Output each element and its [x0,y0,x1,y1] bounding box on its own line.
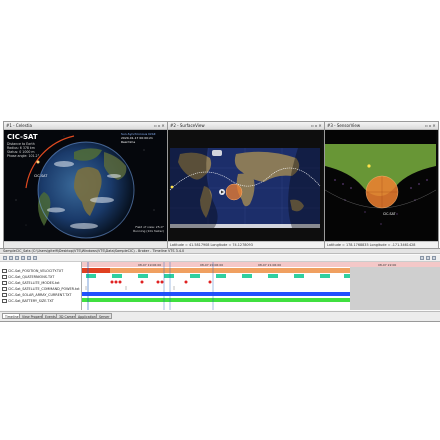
timeline-toolbar [0,255,440,262]
stop-button[interactable] [15,256,19,260]
timeline-titlebar: SampleCIC_Sats (C:\Users\gitelfi\Desktop… [0,249,440,254]
speed-button[interactable] [33,256,37,260]
surface-viewport[interactable] [168,130,324,242]
timeline-row-label[interactable]: CIC-Sat_BATTERY_SIZE.TXT [2,298,54,304]
checkbox-icon[interactable] [2,274,7,280]
timeline-panel[interactable]: SampleCIC_Sats (C:\Users\gitelfi\Desktop… [0,248,440,322]
date-label: 08-07 22:00 [378,263,396,267]
solar-array-track [82,292,350,296]
info-line: Running (10x faster) [133,228,164,233]
bottom-right-info: Field of view: 25.0° Running (10x faster… [128,225,164,234]
date-label: 08-07 19:06:00 [138,263,161,267]
quaternion-track [86,274,350,278]
window-controls-icon[interactable]: ▫▫✕ [311,123,323,128]
sensor-satellite-label: CIC-SAT [383,212,396,216]
satellite-info-block: Distance to Earth Radius: 6 378 km Statu… [7,142,39,158]
window-controls-icon[interactable]: ▫▫✕ [425,123,437,128]
date-label: 08-07 21:06:00 [258,263,281,267]
checkbox-icon[interactable] [2,280,7,286]
bottom-tab-bar: Timeline View Properties Events 3D Camer… [0,311,440,321]
satellite-marker [36,160,40,164]
sensor-view-pane[interactable]: #3 - SensorView ▫▫✕ CIC-SAT Latitude = 1… [324,121,439,250]
date-label: 08-07 20:06:00 [200,263,223,267]
sensor-view-title: #3 - SensorView [327,123,361,128]
top-right-info: Sun-Synchronous Orbit 2020-01-17 00:00:2… [121,132,156,144]
timeline-row-names: CIC-Sat_POSITION_VELOCITY.TXT CIC-Sat_QU… [0,262,82,310]
position-track [82,268,350,273]
satellite-name-label: CIC-SAT [7,133,38,141]
modes-track [110,280,212,284]
battery-track [82,298,350,302]
zoom-out-button[interactable] [426,256,430,260]
sensor-viewport[interactable]: CIC-SAT [325,130,438,242]
sun-icon [170,185,174,189]
timeline-tracks-svg[interactable]: 08-07 19:06:00 08-07 20:06:00 08-07 21:0… [82,262,440,310]
window-controls-icon[interactable]: ▫▫✕ [154,123,166,128]
step-forward-button[interactable] [27,256,31,260]
tab-server[interactable]: Server [96,313,113,319]
greenland-icecap [212,150,222,156]
pause-button[interactable] [9,256,13,260]
surface-view-titlebar: #2 - SurfaceView ▫▫✕ [168,122,324,130]
checkbox-icon[interactable] [2,292,7,298]
zoom-in-button[interactable] [420,256,424,260]
sensor-view-plot[interactable] [325,130,437,240]
play-button[interactable] [3,256,7,260]
world-map[interactable] [168,130,322,240]
info-line: Real time [121,139,136,144]
celestia-title: #1 - Celestia [6,123,32,128]
checkbox-icon[interactable] [2,268,7,274]
celestia-titlebar: #1 - Celestia ▫▫✕ [4,122,167,130]
checkbox-icon[interactable] [2,298,7,304]
settings-button[interactable] [432,256,436,260]
surface-view-pane[interactable]: #2 - SurfaceView ▫▫✕ Latitude = 41.58179… [167,121,325,250]
info-line: Phase angle: 101.2° [7,154,40,158]
orbit-satellite-label: CIC-SAT [34,174,48,178]
sensor-view-titlebar: #3 - SensorView ▫▫✕ [325,122,438,130]
celestia-pane[interactable]: #1 - Celestia ▫▫✕ CIC-SAT Distance to Ea… [3,121,168,250]
step-back-button[interactable] [21,256,25,260]
checkbox-icon[interactable] [2,286,7,292]
surface-view-title: #2 - SurfaceView [170,123,205,128]
timeline-tracks[interactable]: 08-07 19:06:00 08-07 20:06:00 08-07 21:0… [82,262,440,310]
sun-icon [367,164,371,168]
celestia-viewport[interactable]: CIC-SAT Distance to Earth Radius: 6 378 … [4,130,167,242]
